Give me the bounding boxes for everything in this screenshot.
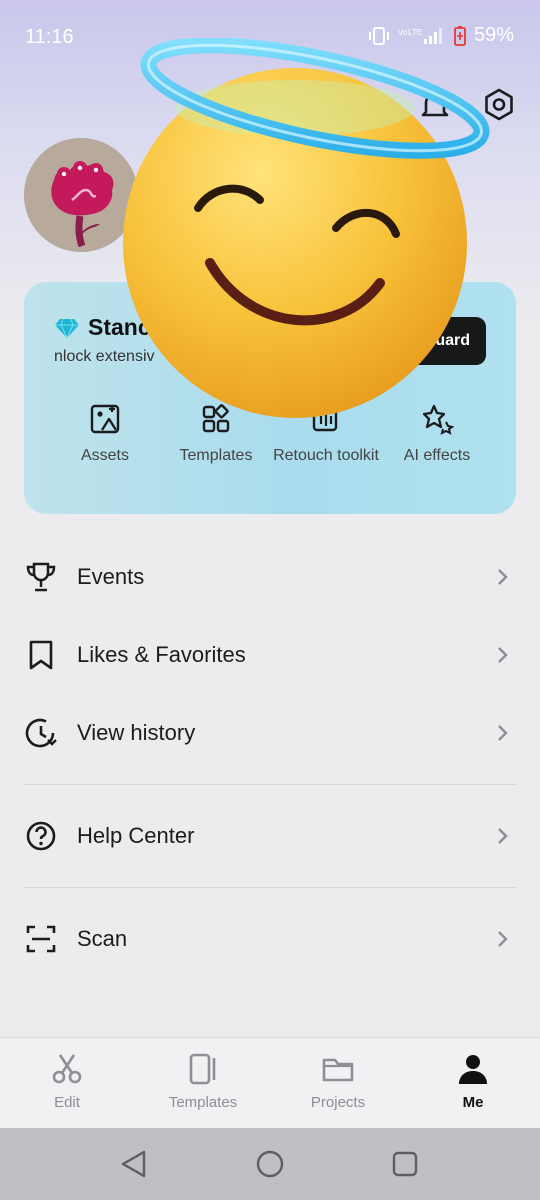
tools-row: Assets Templates Retouch toolkit AI effe…: [24, 402, 516, 467]
help-icon: [26, 821, 56, 851]
chevron-right-icon: [498, 725, 508, 741]
divider: [24, 784, 516, 785]
tab-me[interactable]: Me: [413, 1052, 533, 1111]
divider: [24, 887, 516, 888]
menu-label: Likes & Favorites: [77, 642, 246, 667]
tool-label: Assets: [80, 447, 129, 464]
retouch-icon: [312, 405, 340, 432]
plan-card[interactable]: Stanc nlock extensiv uard Assets Templat…: [24, 282, 516, 514]
gear-icon[interactable]: [480, 86, 518, 124]
tool-retouch[interactable]: Retouch toolkit: [271, 402, 381, 467]
tab-projects[interactable]: Projects: [278, 1052, 398, 1111]
bottom-tab-bar: Edit Templates Projects Me: [0, 1037, 540, 1128]
home-icon[interactable]: [254, 1148, 286, 1180]
menu-item-events[interactable]: Events: [0, 538, 540, 616]
tool-label: Templates: [179, 447, 253, 464]
tab-label: Templates: [168, 1094, 238, 1111]
tool-label: AI effects: [403, 447, 471, 464]
menu-label: Help Center: [77, 823, 195, 848]
menu-item-likes-favorites[interactable]: Likes & Favorites: [0, 616, 540, 694]
history-icon: [25, 718, 57, 748]
plan-title-text: Stanc: [88, 314, 151, 340]
chevron-right-icon: [498, 647, 508, 663]
menu-item-scan[interactable]: Scan: [0, 900, 540, 978]
bell-icon[interactable]: [416, 86, 454, 124]
tool-templates[interactable]: Templates: [161, 402, 271, 467]
recents-icon[interactable]: [389, 1148, 421, 1180]
template-icon: [189, 1053, 216, 1085]
tool-assets[interactable]: Assets: [50, 402, 160, 467]
status-time: 11:16: [25, 26, 74, 48]
plan-subtitle: nlock extensiv: [54, 348, 155, 365]
back-icon[interactable]: [118, 1148, 150, 1180]
scan-icon: [26, 925, 56, 953]
system-nav-bar: [0, 1128, 540, 1200]
person-icon: [459, 1055, 487, 1084]
battery-icon: [454, 25, 466, 46]
vibrate-icon: [368, 26, 389, 45]
menu-label: Events: [77, 564, 145, 589]
status-bar: 11:16 Vo LTE 59%: [0, 0, 540, 74]
menu-item-view-history[interactable]: View history: [0, 694, 540, 772]
grid-icon: [202, 404, 230, 433]
svg-text:Vo: Vo: [398, 28, 408, 37]
menu-label: View history: [77, 720, 196, 745]
trophy-icon: [26, 562, 56, 592]
folder-icon: [322, 1058, 354, 1082]
tab-label: Edit: [54, 1094, 80, 1111]
tool-label: Retouch toolkit: [273, 447, 379, 464]
battery-percent: 59%: [473, 24, 514, 46]
chevron-right-icon: [498, 931, 508, 947]
tab-label: Projects: [310, 1094, 366, 1111]
image-shapes-icon: [90, 404, 120, 434]
avatar[interactable]: [24, 138, 138, 252]
tab-templates[interactable]: Templates: [143, 1052, 263, 1111]
svg-text:LTE: LTE: [408, 28, 422, 37]
chevron-right-icon: [498, 828, 508, 844]
avatar-image: [24, 138, 138, 252]
chevron-right-icon: [498, 569, 508, 585]
tab-label: Me: [462, 1094, 484, 1111]
bookmark-icon: [29, 640, 53, 670]
scissors-icon: [52, 1054, 82, 1084]
sparkle-icon: [422, 404, 454, 435]
diamond-icon: [55, 318, 79, 339]
upgrade-button[interactable]: uard: [360, 317, 486, 365]
plan-title: Stanc: [54, 314, 151, 341]
status-icons: Vo LTE 59%: [368, 24, 514, 47]
tab-edit[interactable]: Edit: [7, 1052, 127, 1111]
tool-ai-effects[interactable]: AI effects: [382, 402, 492, 467]
menu-list: Events Likes & Favorites View history He…: [0, 538, 540, 978]
menu-label: Scan: [77, 926, 128, 951]
signal-icon: Vo LTE: [398, 27, 442, 44]
menu-item-help-center[interactable]: Help Center: [0, 797, 540, 875]
